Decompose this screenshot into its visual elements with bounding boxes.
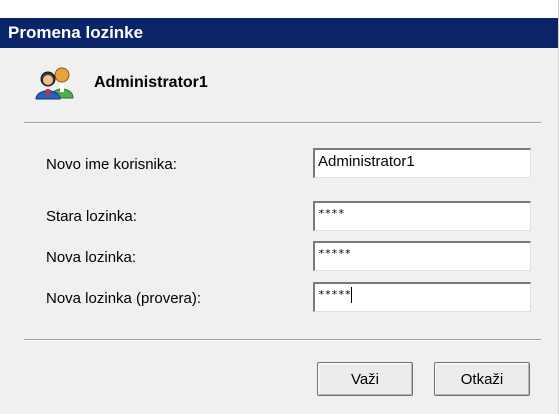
new-password-field[interactable]: ***** <box>313 241 531 271</box>
cancel-button[interactable]: Otkaži <box>434 362 530 396</box>
separator-top <box>24 122 541 124</box>
change-password-dialog: Promena lozinke Administrator1 Novo ime … <box>0 0 559 414</box>
username-field[interactable]: Administrator1 <box>313 148 531 178</box>
user-name: Administrator1 <box>94 74 208 91</box>
ok-button[interactable]: Važi <box>317 362 413 396</box>
dialog-title: Promena lozinke <box>0 18 558 48</box>
confirm-password-field[interactable]: ***** <box>313 282 531 312</box>
users-icon <box>34 66 78 100</box>
old-password-field[interactable]: **** <box>313 201 531 231</box>
confirm-password-label: Nova lozinka (provera): <box>46 290 202 307</box>
separator-bottom <box>24 339 541 341</box>
confirm-password-mask: ***** <box>318 288 352 301</box>
username-label: Novo ime korisnika: <box>46 156 177 173</box>
old-password-label: Stara lozinka: <box>46 208 137 225</box>
user-header: Administrator1 <box>34 66 208 100</box>
text-caret <box>351 287 353 303</box>
top-gap <box>0 0 558 18</box>
new-password-label: Nova lozinka: <box>46 249 137 266</box>
